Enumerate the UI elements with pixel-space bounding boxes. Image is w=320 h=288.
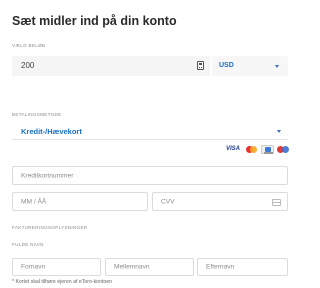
maestro-icon [277,145,290,154]
cvv-placeholder: CVV [161,198,175,205]
currency-select[interactable]: USD [212,56,288,76]
payment-method-value: Kredit-/Hævekort [21,127,82,136]
amount-field[interactable]: 200 [12,56,210,76]
last-name-placeholder: Efternavn [206,263,235,271]
first-name-input[interactable]: Fornavn [12,258,101,276]
payment-method-label: BETALINGSMETODE [12,112,62,117]
expiry-placeholder: MM / ÅÅ [21,198,47,205]
middle-name-input[interactable]: Mellemnavn [105,258,194,276]
visa-icon: VISA [226,146,241,152]
chevron-down-icon [277,130,281,133]
card-number-placeholder: Kreditkortnummer [21,172,74,179]
billing-label: FAKTURERINGSOPLYSNINGER [12,225,88,230]
amount-value: 200 [21,61,35,70]
card-number-input[interactable]: Kreditkortnummer [12,166,288,185]
chevron-down-icon [275,65,279,68]
calculator-icon[interactable] [197,61,204,70]
mastercard-icon [245,145,258,154]
page-title: Sæt midler ind på din konto [12,14,177,28]
credit-card-icon [272,199,281,206]
middle-name-placeholder: Mellemnavn [114,263,150,271]
cvv-input[interactable]: CVV [152,192,288,211]
card-brands: VISA [226,145,290,154]
last-name-input[interactable]: Efternavn [197,258,288,276]
card-owner-note: * Kortet skal tilhøre ejeren af eToro-ko… [12,279,113,285]
amount-label: VÆLG BELØB [12,43,46,48]
paypal-icon [261,145,274,154]
first-name-placeholder: Fornavn [21,263,46,271]
expiry-input[interactable]: MM / ÅÅ [12,192,148,211]
currency-value: USD [219,62,234,69]
payment-method-select[interactable]: Kredit-/Hævekort [12,124,288,140]
full-name-label: FULDE NAVN [12,242,44,247]
